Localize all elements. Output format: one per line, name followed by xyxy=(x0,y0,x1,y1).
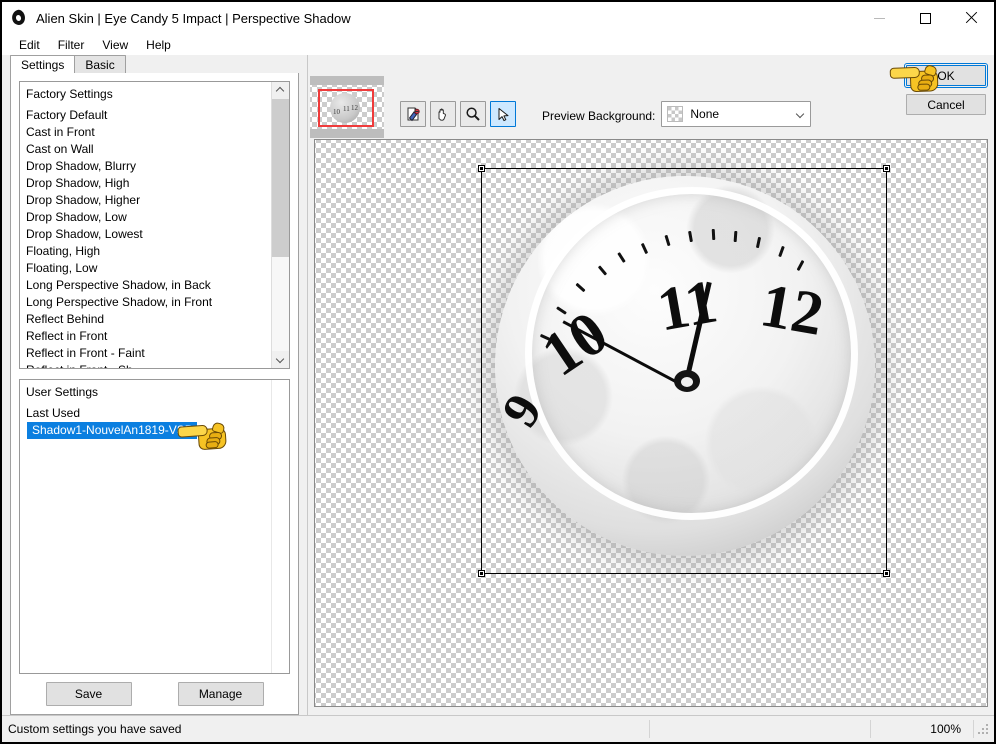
list-item[interactable]: Reflect in Front - Sh xyxy=(20,362,271,368)
list-item[interactable]: Drop Shadow, Blurry xyxy=(20,158,271,175)
scroll-track[interactable] xyxy=(272,99,289,351)
zoom-tool[interactable] xyxy=(460,101,486,127)
settings-panel: Settings Basic Factory Settings Factory … xyxy=(2,55,307,715)
window-controls xyxy=(856,2,994,34)
menu-item-filter[interactable]: Filter xyxy=(49,36,94,54)
maximize-button[interactable] xyxy=(902,2,948,34)
list-item[interactable]: Reflect Behind xyxy=(20,311,271,328)
list-item[interactable]: Drop Shadow, Lowest xyxy=(20,226,271,243)
list-item[interactable]: Drop Shadow, Higher xyxy=(20,192,271,209)
chevron-down-icon[interactable] xyxy=(790,103,810,125)
tab-basic[interactable]: Basic xyxy=(74,55,126,73)
list-item[interactable]: Factory Default xyxy=(20,107,271,124)
application-window: Alien Skin | Eye Candy 5 Impact | Perspe… xyxy=(0,0,996,744)
tab-settings[interactable]: Settings xyxy=(10,55,76,73)
hand-tool[interactable] xyxy=(430,101,456,127)
list-item[interactable]: Reflect in Front - Faint xyxy=(20,345,271,362)
menu-item-edit[interactable]: Edit xyxy=(10,36,49,54)
close-button[interactable] xyxy=(948,2,994,34)
menu-item-view[interactable]: View xyxy=(93,36,137,54)
list-item[interactable]: Long Perspective Shadow, in Front xyxy=(20,294,271,311)
user-settings-listbox[interactable]: User Settings Last Used Shadow1-NouvelAn… xyxy=(19,379,290,674)
list-item[interactable]: Drop Shadow, High xyxy=(20,175,271,192)
clock-numeral-11: 11 xyxy=(652,267,723,345)
window-title: Alien Skin | Eye Candy 5 Impact | Perspe… xyxy=(36,10,351,26)
factory-settings-items: Factory Settings Factory Default Cast in… xyxy=(20,82,271,368)
scroll-thumb[interactable] xyxy=(272,99,289,257)
clock-tick xyxy=(711,229,715,241)
list-item[interactable]: Floating, High xyxy=(20,243,271,260)
preview-navigator[interactable]: 10 11 12 xyxy=(310,76,384,138)
user-settings-items: User Settings Last Used Shadow1-NouvelAn… xyxy=(20,380,289,673)
settings-tab-content: Factory Settings Factory Default Cast in… xyxy=(10,72,299,715)
settings-button-row: Save Manage xyxy=(11,674,298,714)
clock-numeral-12: 12 xyxy=(755,270,829,349)
list-item[interactable]: Cast on Wall xyxy=(20,141,271,158)
selection-handle-bottom-right[interactable] xyxy=(883,570,890,577)
resize-grip-icon[interactable] xyxy=(974,720,992,738)
status-message: Custom settings you have saved xyxy=(8,722,182,736)
chevron-down-icon[interactable] xyxy=(272,351,289,368)
save-button[interactable]: Save xyxy=(45,682,132,706)
preview-background-dropdown[interactable]: None xyxy=(661,101,812,127)
list-item[interactable]: Long Perspective Shadow, in Back xyxy=(20,277,271,294)
user-settings-header: User Settings xyxy=(26,385,99,399)
navigator-viewport-rect[interactable] xyxy=(318,89,374,127)
selection-handle-bottom-left[interactable] xyxy=(478,570,485,577)
list-item[interactable]: Cast in Front xyxy=(20,124,271,141)
main-body: Settings Basic Factory Settings Factory … xyxy=(2,55,994,715)
transparency-swatch-icon xyxy=(667,106,684,122)
factory-list-scrollbar[interactable] xyxy=(271,82,289,368)
preview-background-value: None xyxy=(690,107,720,121)
list-item[interactable]: Last Used xyxy=(20,405,289,422)
tab-strip: Settings Basic xyxy=(2,55,307,73)
clock-face-image: 9 10 11 12 xyxy=(495,176,875,556)
cancel-button[interactable]: Cancel xyxy=(906,94,986,115)
arrow-tool[interactable] xyxy=(490,101,516,127)
preview-canvas[interactable]: 9 10 11 12 xyxy=(314,139,988,707)
preview-background-label: Preview Background: xyxy=(542,109,656,123)
factory-settings-listbox[interactable]: Factory Settings Factory Default Cast in… xyxy=(19,81,290,369)
color-picker-tool[interactable] xyxy=(400,101,426,127)
list-item[interactable]: Reflect in Front xyxy=(20,328,271,345)
list-item-selected[interactable]: Shadow1-NouvelAn1819-VSP xyxy=(27,422,197,439)
ok-button[interactable]: OK xyxy=(904,63,988,88)
list-item[interactable]: Floating, Low xyxy=(20,260,271,277)
title-bar: Alien Skin | Eye Candy 5 Impact | Perspe… xyxy=(2,2,994,35)
alienskin-drop-icon xyxy=(10,8,28,27)
selection-handle-top-right[interactable] xyxy=(883,165,890,172)
list-item[interactable]: Drop Shadow, Low xyxy=(20,209,271,226)
selection-handle-top-left[interactable] xyxy=(478,165,485,172)
menu-bar: Edit Filter View Help xyxy=(2,35,994,55)
tool-buttons xyxy=(400,101,516,127)
manage-button[interactable]: Manage xyxy=(177,682,264,706)
status-bar: Custom settings you have saved 100% xyxy=(2,715,994,742)
minimize-button[interactable] xyxy=(856,2,902,34)
preview-toolbar: 10 11 12 Preview Background: None OK Can… xyxy=(308,55,994,139)
menu-item-help[interactable]: Help xyxy=(137,36,180,54)
factory-settings-header: Factory Settings xyxy=(26,87,113,101)
preview-panel: 10 11 12 Preview Background: None OK Can… xyxy=(307,55,994,715)
dialog-buttons: OK Cancel xyxy=(904,63,988,115)
zoom-level: 100% xyxy=(930,722,961,736)
chevron-up-icon[interactable] xyxy=(272,82,289,99)
